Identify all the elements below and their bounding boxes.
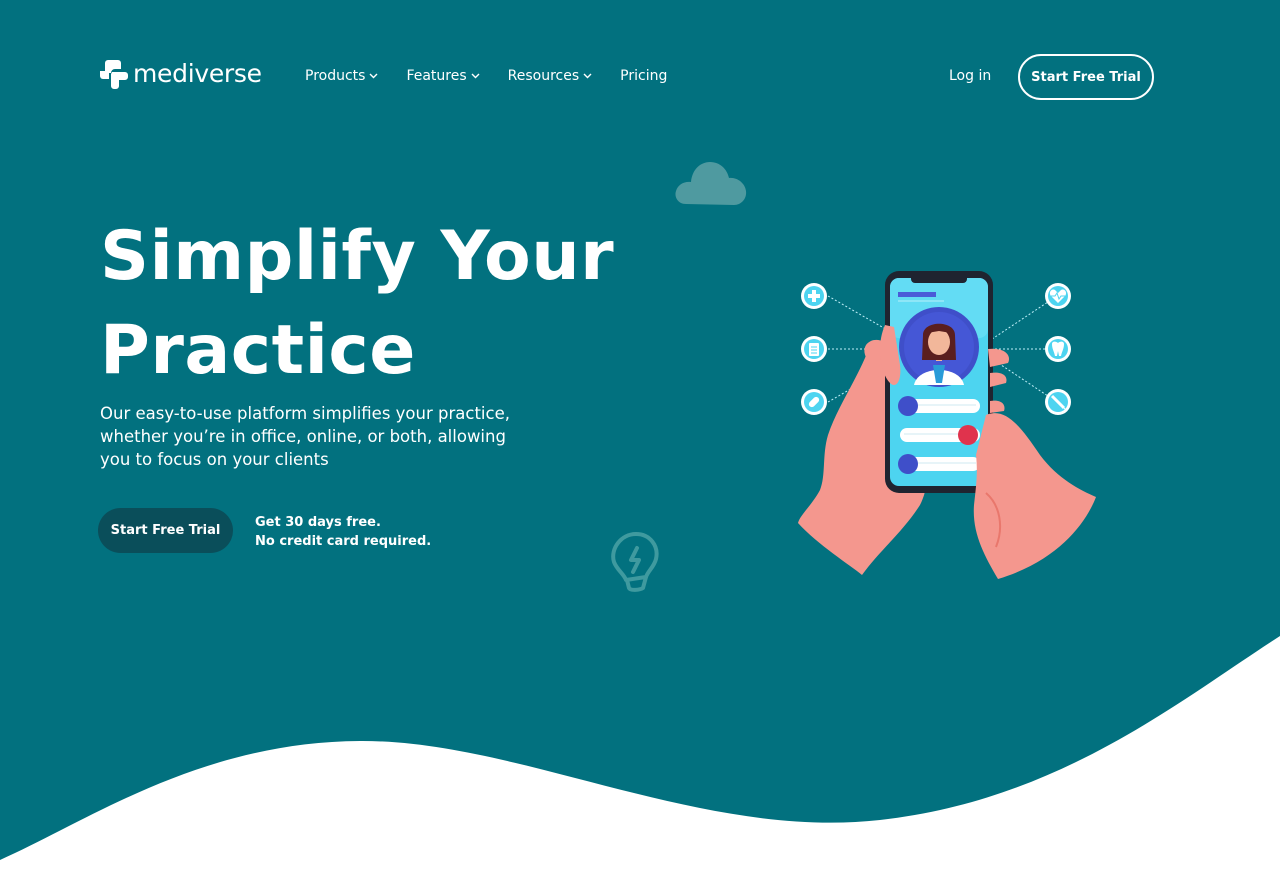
top-navbar: mediverse Products Features Resources Pr… [0, 0, 1280, 152]
tooth-icon [1045, 336, 1071, 362]
syringe-icon [1045, 389, 1071, 415]
brand-name: mediverse [133, 59, 262, 88]
trial-note: Get 30 days free. No credit card require… [255, 513, 431, 551]
nav-item-resources[interactable]: Resources [508, 66, 593, 86]
main-nav: Products Features Resources Pricing [305, 66, 695, 86]
nav-item-features[interactable]: Features [406, 66, 480, 86]
plus-icon [801, 283, 827, 309]
lightbulb-icon [611, 532, 659, 592]
phone-illustration [798, 271, 1096, 579]
brand-logo[interactable]: mediverse [98, 58, 262, 90]
hero-headline: Simplify Your Practice [100, 210, 614, 398]
hero-headline-line: Practice [100, 311, 416, 390]
clipboard-icon [801, 336, 827, 362]
login-link[interactable]: Log in [949, 66, 991, 86]
chevron-down-icon [471, 73, 480, 79]
hero-headline-line: Simplify Your [100, 217, 615, 296]
nav-item-label: Pricing [620, 68, 668, 84]
chevron-down-icon [583, 73, 592, 79]
chevron-down-icon [369, 73, 378, 79]
hero-start-free-trial-button[interactable]: Start Free Trial [98, 508, 233, 553]
nav-item-label: Features [406, 68, 467, 84]
hero-subtext: Our easy-to-use platform simplifies your… [100, 404, 510, 469]
heart-pulse-icon [1045, 283, 1071, 309]
nav-item-label: Products [305, 68, 366, 84]
nav-start-free-trial-button[interactable]: Start Free Trial [1018, 54, 1154, 100]
nav-item-products[interactable]: Products [305, 66, 378, 86]
trial-note-line: Get 30 days free. [255, 515, 381, 530]
cloud-icon [675, 162, 747, 205]
trial-note-line: No credit card required. [255, 534, 432, 549]
nav-item-label: Resources [507, 68, 580, 84]
medical-cross-logo-icon [100, 60, 128, 89]
pills-icon [801, 389, 827, 415]
nav-item-pricing[interactable]: Pricing [620, 66, 667, 86]
